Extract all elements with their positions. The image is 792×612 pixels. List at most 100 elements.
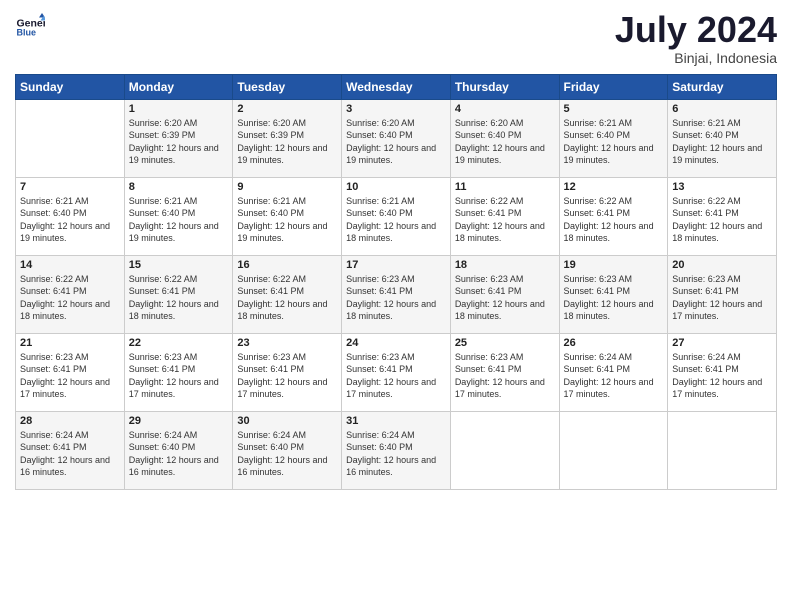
day-info: Sunrise: 6:24 AM Sunset: 6:40 PM Dayligh… (346, 429, 446, 479)
day-number: 2 (237, 103, 337, 115)
day-number: 23 (237, 337, 337, 349)
table-row: 4 Sunrise: 6:20 AM Sunset: 6:40 PM Daylig… (450, 99, 559, 177)
day-info: Sunrise: 6:22 AM Sunset: 6:41 PM Dayligh… (672, 195, 772, 245)
day-info: Sunrise: 6:20 AM Sunset: 6:40 PM Dayligh… (455, 117, 555, 167)
day-info: Sunrise: 6:23 AM Sunset: 6:41 PM Dayligh… (564, 273, 664, 323)
day-info: Sunrise: 6:24 AM Sunset: 6:40 PM Dayligh… (129, 429, 229, 479)
table-row: 14 Sunrise: 6:22 AM Sunset: 6:41 PM Dayli… (16, 255, 125, 333)
day-info: Sunrise: 6:23 AM Sunset: 6:41 PM Dayligh… (346, 273, 446, 323)
day-info: Sunrise: 6:22 AM Sunset: 6:41 PM Dayligh… (455, 195, 555, 245)
table-row: 15 Sunrise: 6:22 AM Sunset: 6:41 PM Dayli… (124, 255, 233, 333)
table-row: 11 Sunrise: 6:22 AM Sunset: 6:41 PM Dayli… (450, 177, 559, 255)
table-row (16, 99, 125, 177)
table-row: 10Sunrise: 6:21 AM Sunset: 6:40 PM Dayli… (342, 177, 451, 255)
day-info: Sunrise: 6:23 AM Sunset: 6:41 PM Dayligh… (455, 273, 555, 323)
day-number: 19 (564, 259, 664, 271)
title-block: July 2024 Binjai, Indonesia (615, 10, 777, 66)
table-row: 8 Sunrise: 6:21 AM Sunset: 6:40 PM Daylig… (124, 177, 233, 255)
day-number: 16 (237, 259, 337, 271)
day-number: 28 (20, 415, 120, 427)
day-info: Sunrise: 6:24 AM Sunset: 6:41 PM Dayligh… (20, 429, 120, 479)
table-row: 28 Sunrise: 6:24 AM Sunset: 6:41 PM Dayli… (16, 411, 125, 489)
svg-text:Blue: Blue (17, 28, 37, 38)
day-info: Sunrise: 6:22 AM Sunset: 6:41 PM Dayligh… (564, 195, 664, 245)
day-number: 30 (237, 415, 337, 427)
day-number: 18 (455, 259, 555, 271)
calendar-week-row: 14 Sunrise: 6:22 AM Sunset: 6:41 PM Dayli… (16, 255, 777, 333)
day-number: 11 (455, 181, 555, 193)
day-number: 21 (20, 337, 120, 349)
table-row: 7 Sunrise: 6:21 AM Sunset: 6:40 PM Daylig… (16, 177, 125, 255)
day-info: Sunrise: 6:23 AM Sunset: 6:41 PM Dayligh… (346, 351, 446, 401)
table-row: 27Sunrise: 6:24 AM Sunset: 6:41 PM Dayli… (668, 333, 777, 411)
table-row: 23 Sunrise: 6:23 AM Sunset: 6:41 PM Dayli… (233, 333, 342, 411)
table-row: 21Sunrise: 6:23 AM Sunset: 6:41 PM Dayli… (16, 333, 125, 411)
logo-icon: General Blue (15, 10, 45, 40)
day-number: 24 (346, 337, 446, 349)
day-number: 29 (129, 415, 229, 427)
location-subtitle: Binjai, Indonesia (615, 50, 777, 66)
day-info: Sunrise: 6:22 AM Sunset: 6:41 PM Dayligh… (20, 273, 120, 323)
calendar-table: Sunday Monday Tuesday Wednesday Thursday… (15, 74, 777, 490)
calendar-week-row: 1 Sunrise: 6:20 AM Sunset: 6:39 PM Daylig… (16, 99, 777, 177)
day-number: 9 (237, 181, 337, 193)
table-row: 5Sunrise: 6:21 AM Sunset: 6:40 PM Daylig… (559, 99, 668, 177)
day-number: 25 (455, 337, 555, 349)
day-info: Sunrise: 6:23 AM Sunset: 6:41 PM Dayligh… (129, 351, 229, 401)
day-info: Sunrise: 6:20 AM Sunset: 6:40 PM Dayligh… (346, 117, 446, 167)
day-info: Sunrise: 6:23 AM Sunset: 6:41 PM Dayligh… (237, 351, 337, 401)
table-row: 26 Sunrise: 6:24 AM Sunset: 6:41 PM Dayli… (559, 333, 668, 411)
day-number: 4 (455, 103, 555, 115)
day-info: Sunrise: 6:21 AM Sunset: 6:40 PM Dayligh… (672, 117, 772, 167)
day-number: 1 (129, 103, 229, 115)
header-tuesday: Tuesday (233, 74, 342, 99)
day-info: Sunrise: 6:23 AM Sunset: 6:41 PM Dayligh… (455, 351, 555, 401)
day-number: 12 (564, 181, 664, 193)
month-year-title: July 2024 (615, 10, 777, 50)
table-row: 9Sunrise: 6:21 AM Sunset: 6:40 PM Daylig… (233, 177, 342, 255)
day-info: Sunrise: 6:21 AM Sunset: 6:40 PM Dayligh… (129, 195, 229, 245)
day-number: 17 (346, 259, 446, 271)
table-row: 6 Sunrise: 6:21 AM Sunset: 6:40 PM Daylig… (668, 99, 777, 177)
table-row: 30 Sunrise: 6:24 AM Sunset: 6:40 PM Dayli… (233, 411, 342, 489)
day-info: Sunrise: 6:23 AM Sunset: 6:41 PM Dayligh… (672, 273, 772, 323)
day-number: 14 (20, 259, 120, 271)
header-friday: Friday (559, 74, 668, 99)
day-number: 31 (346, 415, 446, 427)
calendar-week-row: 28 Sunrise: 6:24 AM Sunset: 6:41 PM Dayli… (16, 411, 777, 489)
day-info: Sunrise: 6:24 AM Sunset: 6:40 PM Dayligh… (237, 429, 337, 479)
day-number: 8 (129, 181, 229, 193)
table-row: 17 Sunrise: 6:23 AM Sunset: 6:41 PM Dayli… (342, 255, 451, 333)
day-number: 15 (129, 259, 229, 271)
header-wednesday: Wednesday (342, 74, 451, 99)
day-info: Sunrise: 6:22 AM Sunset: 6:41 PM Dayligh… (129, 273, 229, 323)
table-row: 1 Sunrise: 6:20 AM Sunset: 6:39 PM Daylig… (124, 99, 233, 177)
table-row: 31 Sunrise: 6:24 AM Sunset: 6:40 PM Dayli… (342, 411, 451, 489)
calendar-week-row: 7 Sunrise: 6:21 AM Sunset: 6:40 PM Daylig… (16, 177, 777, 255)
day-number: 7 (20, 181, 120, 193)
table-row: 24 Sunrise: 6:23 AM Sunset: 6:41 PM Dayli… (342, 333, 451, 411)
table-row: 2Sunrise: 6:20 AM Sunset: 6:39 PM Daylig… (233, 99, 342, 177)
header-thursday: Thursday (450, 74, 559, 99)
day-number: 20 (672, 259, 772, 271)
header: General Blue July 2024 Binjai, Indonesia (15, 10, 777, 66)
calendar-header-row: Sunday Monday Tuesday Wednesday Thursday… (16, 74, 777, 99)
table-row: 18 Sunrise: 6:23 AM Sunset: 6:41 PM Dayli… (450, 255, 559, 333)
day-info: Sunrise: 6:24 AM Sunset: 6:41 PM Dayligh… (564, 351, 664, 401)
table-row: 22 Sunrise: 6:23 AM Sunset: 6:41 PM Dayli… (124, 333, 233, 411)
table-row: 13Sunrise: 6:22 AM Sunset: 6:41 PM Dayli… (668, 177, 777, 255)
table-row: 12 Sunrise: 6:22 AM Sunset: 6:41 PM Dayli… (559, 177, 668, 255)
day-info: Sunrise: 6:24 AM Sunset: 6:41 PM Dayligh… (672, 351, 772, 401)
day-number: 6 (672, 103, 772, 115)
header-sunday: Sunday (16, 74, 125, 99)
table-row: 20 Sunrise: 6:23 AM Sunset: 6:41 PM Dayli… (668, 255, 777, 333)
logo: General Blue (15, 10, 45, 40)
table-row (668, 411, 777, 489)
day-info: Sunrise: 6:21 AM Sunset: 6:40 PM Dayligh… (20, 195, 120, 245)
day-number: 26 (564, 337, 664, 349)
day-info: Sunrise: 6:21 AM Sunset: 6:40 PM Dayligh… (346, 195, 446, 245)
day-number: 22 (129, 337, 229, 349)
day-info: Sunrise: 6:20 AM Sunset: 6:39 PM Dayligh… (129, 117, 229, 167)
header-monday: Monday (124, 74, 233, 99)
table-row: 3Sunrise: 6:20 AM Sunset: 6:40 PM Daylig… (342, 99, 451, 177)
